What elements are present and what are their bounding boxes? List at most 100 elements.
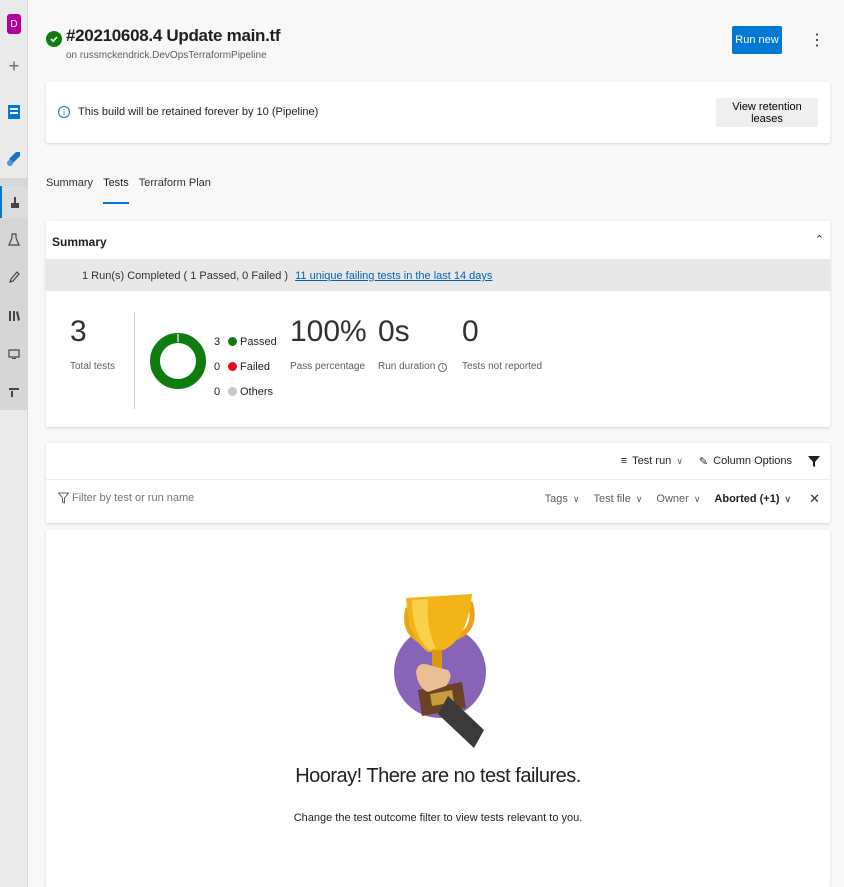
not-reported-value: 0	[462, 315, 479, 348]
outcome-label: Aborted (+1)	[714, 493, 780, 505]
info-circle-icon[interactable]: i	[438, 363, 448, 372]
runs-status-bar: 1 Run(s) Completed ( 1 Passed, 0 Failed …	[46, 259, 830, 291]
test-file-label: Test file	[593, 493, 631, 505]
summary-divider	[134, 313, 135, 409]
donut-passed-ring	[150, 333, 206, 389]
results-toolbar: ≡ Test run ∨ ✎ Column Options	[605, 451, 820, 471]
run-duration-stat: 0s Run duration i	[378, 315, 448, 372]
total-tests-label: Total tests	[70, 361, 116, 372]
legend-failed: 0 Failed	[214, 354, 277, 379]
run-duration-label: Run duration i	[378, 361, 448, 372]
view-retention-leases-button[interactable]: View retention leases	[716, 98, 818, 127]
runs-summary: 1 Run(s) Completed ( 1 Passed, 0 Failed …	[82, 270, 289, 282]
passed-label: Passed	[240, 335, 277, 348]
filter-icon	[57, 492, 70, 507]
runs-completed-text: 1 Run(s) Completed ( 1 Passed, 0 Failed …	[82, 270, 492, 282]
passed-count: 3	[214, 335, 221, 348]
task-groups-nav[interactable]	[0, 376, 28, 408]
empty-state-title: Hooray! There are no test failures.	[295, 765, 581, 787]
chevron-up-icon[interactable]: ⌃	[815, 233, 824, 246]
deployment-groups-nav[interactable]	[0, 338, 28, 370]
more-actions-icon[interactable]: ⋮	[809, 30, 825, 50]
test-run-group-button[interactable]: ≡ Test run ∨	[621, 455, 683, 467]
chevron-down-icon: ∨	[635, 493, 643, 504]
run-duration-text: Run duration	[378, 361, 436, 372]
summary-heading: Summary	[52, 235, 107, 249]
funnel-icon	[808, 456, 820, 467]
pipelines-icon	[7, 152, 20, 166]
empty-state-hint: Change the test outcome filter to view t…	[293, 812, 583, 824]
others-count: 0	[214, 385, 221, 398]
info-icon: i	[58, 106, 70, 118]
build-header: #20210608.4 Update main.tf on russmckend…	[46, 26, 830, 66]
tab-tests[interactable]: Tests	[103, 176, 129, 204]
failing-tests-link[interactable]: 11 unique failing tests in the last 14 d…	[295, 270, 492, 282]
boards-nav[interactable]	[0, 96, 28, 128]
not-reported-stat: 0 Tests not reported	[462, 315, 543, 373]
filter-toggle-button[interactable]	[808, 455, 820, 467]
pipeline-subtitle: on russmckendrick.DevOpsTerraformPipelin…	[66, 50, 267, 61]
others-label: Others	[240, 385, 274, 398]
chevron-down-icon: ∨	[784, 493, 792, 504]
others-dot-icon	[228, 387, 237, 396]
total-tests-stat: 3 Total tests	[70, 315, 116, 373]
pass-percentage-value: 100%	[290, 315, 367, 348]
tab-bar: Summary Tests Terraform Plan	[46, 176, 221, 206]
org-initial: D	[7, 14, 21, 34]
passed-dot-icon	[228, 337, 237, 346]
boards-icon	[8, 105, 20, 119]
legend-passed: 3 Passed	[214, 329, 277, 354]
library-icon	[9, 311, 20, 321]
run-new-button[interactable]: Run new	[732, 26, 782, 54]
chevron-down-icon: ∨	[693, 493, 701, 504]
outcome-dropdown[interactable]: Aborted (+1) ∨	[714, 493, 791, 505]
releases-nav[interactable]	[0, 262, 28, 294]
chevron-down-icon: ∨	[572, 493, 580, 504]
tags-dropdown[interactable]: Tags ∨	[545, 493, 580, 505]
flask-icon	[8, 233, 20, 246]
filter-by-name-input[interactable]	[72, 492, 272, 504]
test-plans-nav[interactable]	[0, 224, 28, 256]
column-options-button[interactable]: ✎ Column Options	[699, 455, 792, 468]
outcome-donut-chart	[150, 333, 206, 389]
column-options-label: Column Options	[713, 455, 792, 467]
builds-nav[interactable]	[0, 186, 28, 218]
test-filter-card: ≡ Test run ∨ ✎ Column Options Tags ∨ Test…	[46, 443, 830, 523]
filter-dropdowns: Tags ∨ Test file ∨ Owner ∨ Aborted (+1) ∨ ✕	[531, 491, 820, 507]
tab-terraform-plan[interactable]: Terraform Plan	[139, 176, 211, 204]
left-nav-rail: D +	[0, 0, 28, 887]
test-summary-card: Summary ⌃ 1 Run(s) Completed ( 1 Passed,…	[46, 221, 830, 427]
library-nav[interactable]	[0, 300, 28, 332]
org-avatar[interactable]: D	[0, 8, 28, 40]
filter-divider	[46, 479, 830, 480]
pipelines-nav[interactable]	[0, 142, 28, 174]
tags-label: Tags	[544, 493, 568, 505]
chevron-down-icon: ∨	[676, 455, 683, 466]
task-groups-icon	[9, 388, 19, 397]
trophy-illustration	[394, 594, 486, 748]
owner-label: Owner	[656, 493, 689, 505]
legend-others: 0 Others	[214, 379, 277, 404]
test-file-dropdown[interactable]: Test file ∨	[594, 493, 643, 505]
total-tests-value: 3	[70, 315, 87, 348]
page-title: #20210608.4 Update main.tf	[66, 26, 281, 45]
pass-percentage-stat: 100% Pass percentage	[290, 315, 367, 373]
builds-icon	[11, 197, 19, 208]
owner-dropdown[interactable]: Owner ∨	[656, 493, 700, 505]
list-icon: ≡	[620, 455, 628, 467]
plus-icon: +	[8, 55, 20, 76]
failed-count: 0	[214, 360, 221, 373]
success-check-icon	[46, 31, 62, 47]
monitor-icon	[8, 349, 20, 359]
failed-label: Failed	[240, 360, 270, 373]
run-duration-value: 0s	[378, 315, 410, 348]
pencil-icon: ✎	[698, 455, 709, 468]
clear-filters-icon[interactable]: ✕	[809, 491, 820, 507]
test-run-label: Test run	[632, 455, 672, 467]
not-reported-label: Tests not reported	[462, 361, 543, 372]
rocket-icon	[9, 271, 20, 283]
tab-summary[interactable]: Summary	[46, 176, 93, 204]
test-results-panel: Hooray! There are no test failures. Chan…	[46, 530, 830, 887]
outcome-legend: 3 Passed 0 Failed 0 Others	[214, 329, 277, 404]
new-button[interactable]: +	[0, 50, 28, 82]
